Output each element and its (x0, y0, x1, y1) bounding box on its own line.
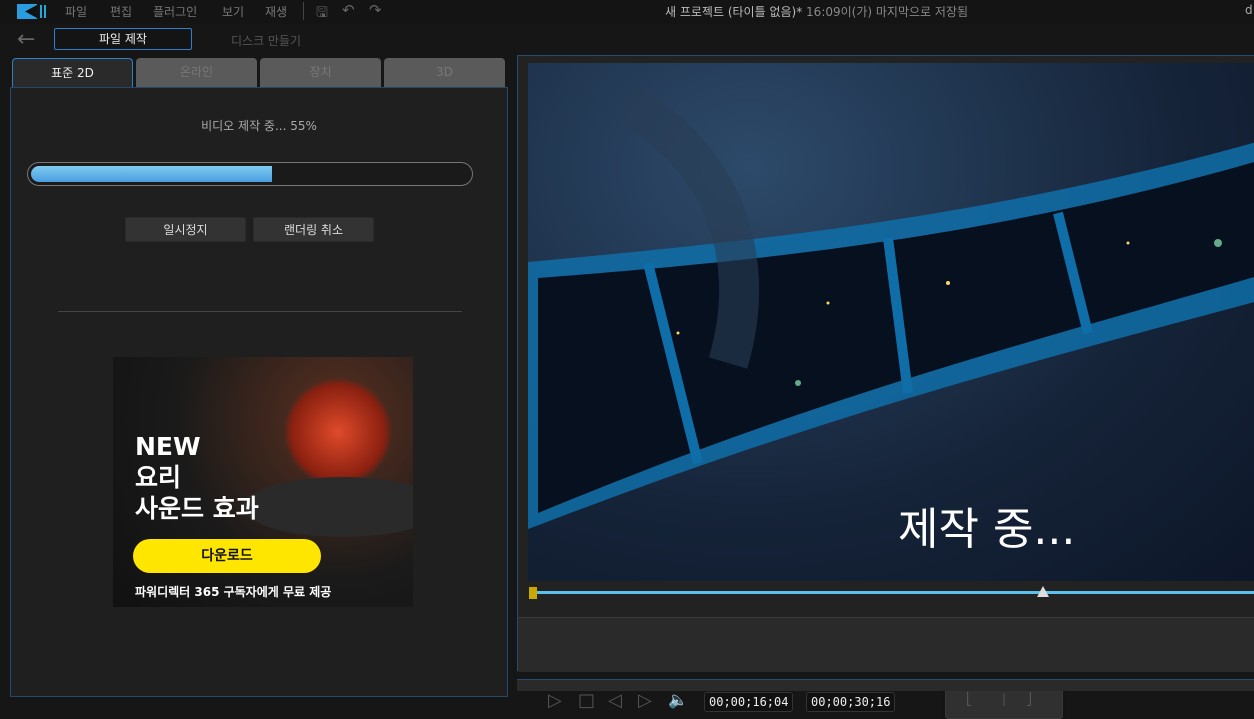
produce-panel: 비디오 제작 중... 55% 일시정지 랜더링 취소 NEW 요리 사운드 효… (10, 87, 508, 697)
menu-view[interactable]: 보기 (222, 3, 244, 20)
previous-frame-icon[interactable]: ◁ (608, 690, 622, 711)
preview-panel: 제작 중... ▷ □ ◁ ▷ 🔈 00;00;16;04 00;00;30;1… (517, 55, 1254, 719)
progress-bar (27, 162, 473, 186)
volume-icon[interactable]: 🔈 (668, 690, 688, 709)
ad-banner[interactable]: NEW 요리 사운드 효과 다운로드 파워디렉터 365 구독자에게 무료 제공 (113, 357, 413, 607)
menu-plugins[interactable]: 플러그인 (153, 3, 197, 20)
create-disc-button[interactable]: 디스크 만들기 (231, 32, 301, 49)
tab-3d[interactable]: 3D (384, 58, 505, 87)
back-arrow-icon[interactable]: ← (17, 27, 35, 52)
ad-line1: NEW (135, 432, 201, 461)
current-timecode: 00;00;16;04 (704, 692, 794, 712)
ad-footer: 파워디렉터 365 구독자에게 무료 제공 (135, 585, 332, 599)
menu-file[interactable]: 파일 (65, 3, 87, 20)
pause-button[interactable]: 일시정지 (125, 217, 246, 242)
save-status: 16:09이(가) 마지막으로 저장됨 (806, 5, 969, 19)
redo-icon[interactable]: ↷ (369, 1, 382, 19)
stop-icon[interactable]: □ (578, 690, 595, 711)
ad-download-button[interactable]: 다운로드 (133, 539, 321, 573)
menu-edit[interactable]: 편집 (110, 3, 132, 20)
wok-image (243, 477, 413, 537)
window-title: 새 프로젝트 (타이틀 없음)* 16:09이(가) 마지막으로 저장됨 (665, 3, 968, 20)
play-icon[interactable]: ▷ (548, 690, 562, 711)
cancel-rendering-button[interactable]: 랜더링 취소 (253, 217, 374, 242)
mark-out-icon[interactable]: ⎦ (1026, 692, 1032, 706)
tab-standard-2d[interactable]: 표준 2D (12, 58, 133, 87)
bottom-panel (517, 679, 1254, 691)
food-image (283, 377, 393, 487)
produce-file-button[interactable]: 파일 제작 (54, 28, 192, 50)
mark-in-handle[interactable] (529, 587, 537, 599)
title-right-text: d (1245, 3, 1253, 17)
film-strip-image (528, 85, 1254, 530)
progress-status: 비디오 제작 중... 55% (201, 119, 317, 133)
tab-device[interactable]: 장치 (260, 58, 381, 87)
total-timecode: 00;00;30;16 (806, 692, 896, 712)
producing-overlay-text: 제작 중... (898, 504, 1076, 555)
mark-in-icon[interactable]: ⎣ (966, 692, 972, 706)
progress-fill (31, 166, 272, 182)
menu-playback[interactable]: 재생 (265, 3, 287, 20)
undo-icon[interactable]: ↶ (342, 1, 355, 19)
ad-line2: 요리 (135, 463, 182, 492)
divider (58, 311, 462, 312)
preview-screen: 제작 중... (528, 63, 1254, 581)
separator: | (1002, 692, 1007, 706)
next-frame-icon[interactable]: ▷ (638, 690, 652, 711)
ad-line3: 사운드 효과 (135, 494, 259, 523)
playhead[interactable] (1037, 586, 1049, 597)
menu-bar: 파일 편집 플러그인 보기 재생 🖫 ↶ ↷ 새 프로젝트 (타이틀 없음)* … (0, 0, 1254, 24)
app-logo-icon (17, 4, 46, 19)
project-name: 새 프로젝트 (타이틀 없음)* (665, 5, 803, 19)
save-icon[interactable]: 🖫 (316, 2, 328, 26)
tab-online[interactable]: 온라인 (136, 58, 257, 87)
timeline-slider[interactable] (532, 591, 1254, 594)
playback-controls (518, 617, 1254, 672)
